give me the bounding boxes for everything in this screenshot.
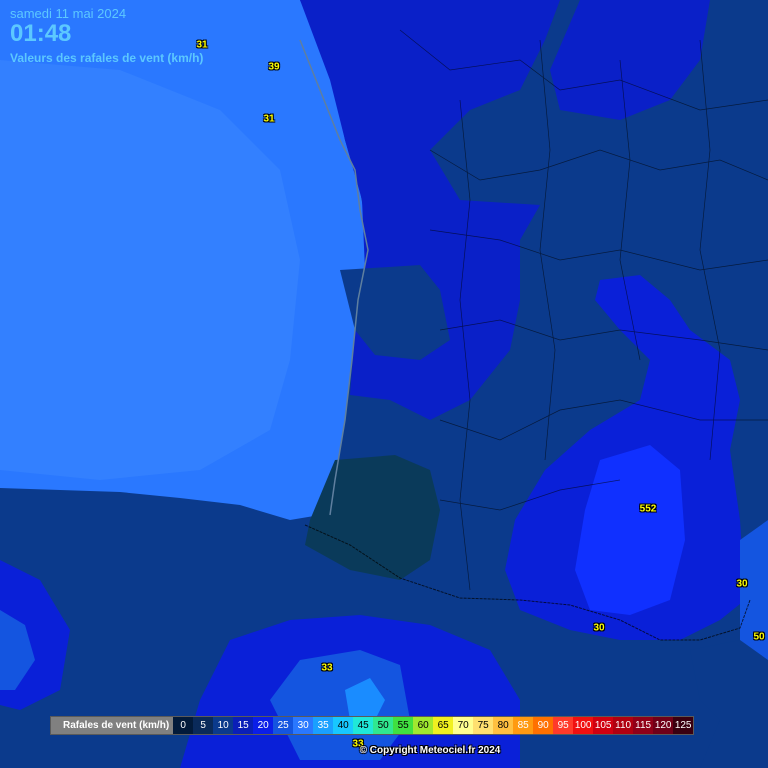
forecast-date: samedi 11 mai 2024 xyxy=(10,6,127,21)
legend-step: 95 xyxy=(553,717,574,734)
legend-step: 50 xyxy=(373,717,394,734)
legend-step: 90 xyxy=(533,717,554,734)
gust-value-label: 30 xyxy=(593,622,605,634)
legend-step: 35 xyxy=(313,717,334,734)
wind-gust-map: samedi 11 mai 2024 01:48 Valeurs des raf… xyxy=(0,0,768,768)
gust-value-label: 31 xyxy=(263,113,275,125)
copyright-notice: © Copyright Meteociel.fr 2024 xyxy=(359,745,501,756)
forecast-time: 01:48 xyxy=(10,20,72,47)
legend-step: 15 xyxy=(233,717,254,734)
legend-step: 75 xyxy=(473,717,494,734)
legend-steps: 0 5 10 15 20 25 30 35 40 45 50 55 60 65 70 75 80 85 90 95 10… xyxy=(173,717,694,734)
legend-step: 125 xyxy=(673,717,694,734)
gust-value-label: 31 xyxy=(196,39,208,51)
map-background xyxy=(0,0,768,768)
map-subtitle: Valeurs des rafales de vent (km/h) xyxy=(10,51,204,65)
legend-step: 0 xyxy=(173,717,194,734)
legend-step: 100 xyxy=(573,717,594,734)
legend-step: 45 xyxy=(353,717,374,734)
legend-step: 85 xyxy=(513,717,534,734)
legend-step: 80 xyxy=(493,717,514,734)
legend-step: 115 xyxy=(633,717,654,734)
legend-title: Rafales de vent (km/h) xyxy=(51,717,174,734)
gust-value-label: 30 xyxy=(736,578,748,590)
legend-step: 20 xyxy=(253,717,274,734)
legend-step: 110 xyxy=(613,717,634,734)
legend-step: 55 xyxy=(393,717,414,734)
color-legend: Rafales de vent (km/h) 0 5 10 15 20 25 30 35 40 4… xyxy=(50,716,695,735)
legend-step: 5 xyxy=(193,717,214,734)
legend-step: 65 xyxy=(433,717,454,734)
legend-step: 105 xyxy=(593,717,614,734)
gust-value-label: 39 xyxy=(268,61,280,73)
legend-step: 30 xyxy=(293,717,314,734)
gust-value-label: 33 xyxy=(321,662,333,674)
legend-step: 60 xyxy=(413,717,434,734)
legend-step: 40 xyxy=(333,717,354,734)
gust-value-label: 50 xyxy=(753,631,765,643)
legend-step: 120 xyxy=(653,717,674,734)
legend-step: 10 xyxy=(213,717,234,734)
legend-step: 25 xyxy=(273,717,294,734)
legend-step: 70 xyxy=(453,717,474,734)
gust-value-label: 552 xyxy=(639,503,657,515)
